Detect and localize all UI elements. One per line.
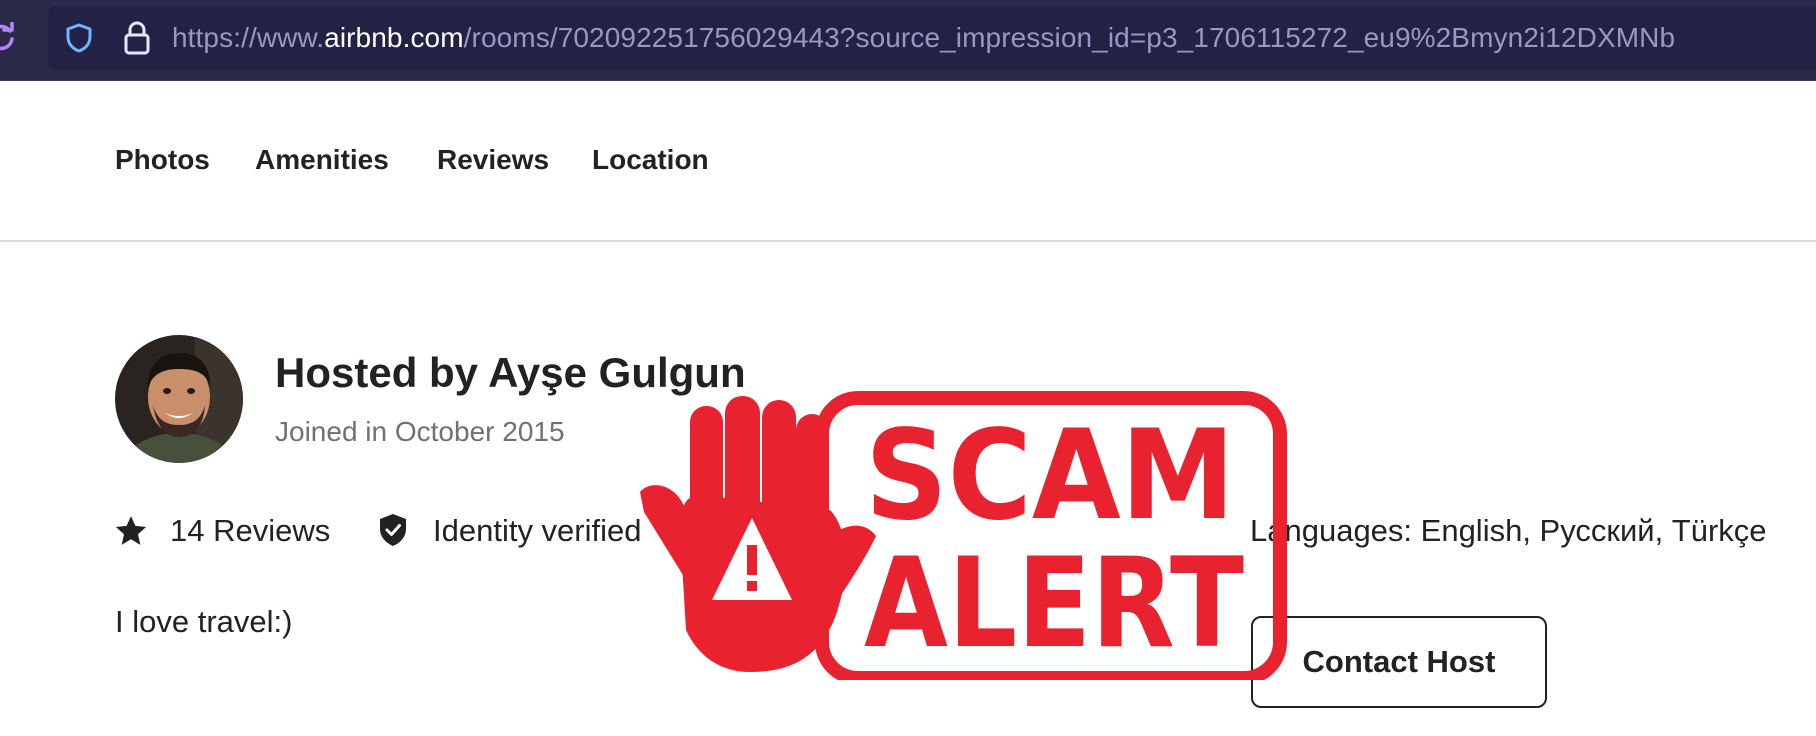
stamp-line-scam: SCAM xyxy=(865,404,1235,548)
stop-hand-icon xyxy=(640,396,876,672)
star-icon xyxy=(115,516,147,545)
languages-label: Languages: English, Русский, Türkçe xyxy=(1250,513,1767,548)
verified-icon xyxy=(380,514,406,546)
nav-location[interactable]: Location xyxy=(592,142,709,178)
host-avatar[interactable] xyxy=(115,335,243,463)
nav-photos[interactable]: Photos xyxy=(115,142,210,178)
nav-amenities[interactable]: Amenities xyxy=(255,142,389,178)
url-text[interactable]: https://www.airbnb.com/rooms/70209225175… xyxy=(172,20,1675,56)
nav-reviews[interactable]: Reviews xyxy=(437,142,549,178)
host-bio: I love travel:) xyxy=(115,604,293,639)
joined-date: Joined in October 2015 xyxy=(275,416,565,447)
identity-verified-label: Identity verified xyxy=(433,513,642,548)
browser-toolbar: https://www.airbnb.com/rooms/70209225175… xyxy=(0,0,1816,81)
contact-host-button[interactable]: Contact Host xyxy=(1251,616,1547,708)
section-nav: Photos Amenities Reviews Location xyxy=(0,80,1816,242)
reload-icon[interactable] xyxy=(0,22,16,52)
url-domain: airbnb.com xyxy=(324,22,464,53)
stamp-line-alert: ALERT xyxy=(864,532,1244,676)
shield-icon[interactable] xyxy=(64,22,94,54)
page: https://www.airbnb.com/rooms/70209225175… xyxy=(0,0,1816,736)
url-path: /rooms/702092251756029443?source_impress… xyxy=(463,22,1676,53)
scam-alert-stamp: SCAM ALERT xyxy=(640,391,1287,680)
url-prefix: https://www. xyxy=(172,22,325,53)
reviews-count[interactable]: 14 Reviews xyxy=(170,512,330,550)
lock-icon[interactable] xyxy=(122,20,152,56)
